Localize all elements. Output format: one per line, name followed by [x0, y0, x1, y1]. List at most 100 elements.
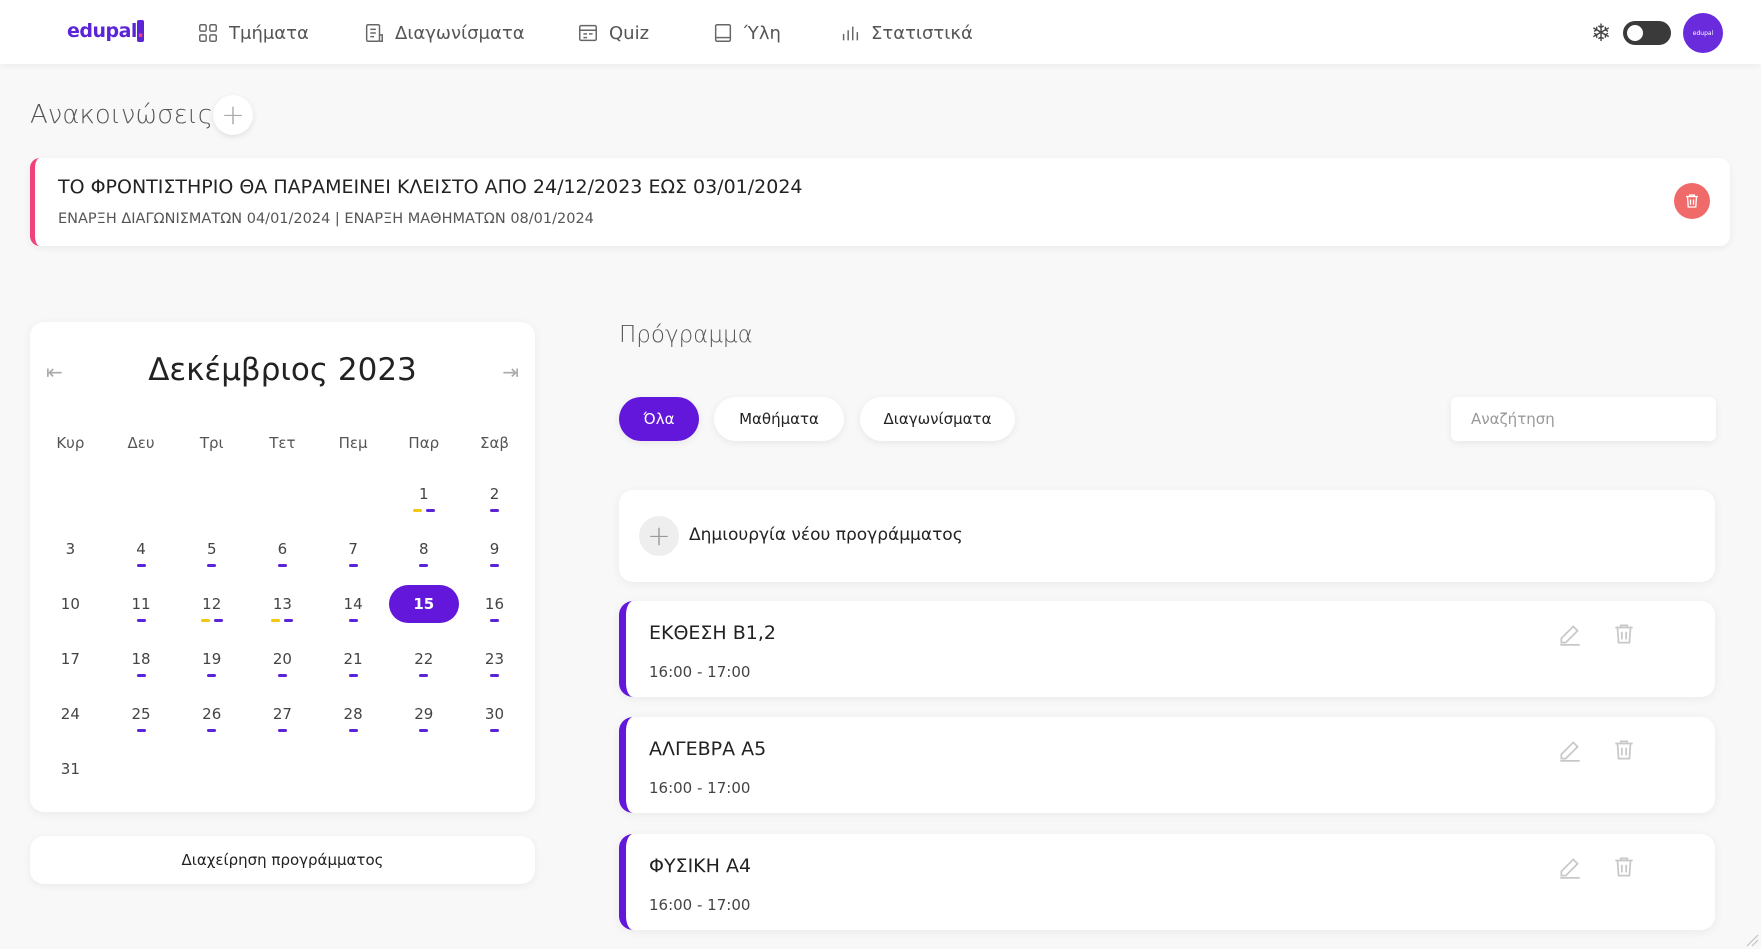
event-markers — [176, 564, 247, 567]
lesson-marker — [489, 729, 499, 732]
schedule-item-name: ΦΥΣΙΚΗ Α4 — [649, 855, 752, 877]
calendar-day[interactable]: 13 — [247, 585, 318, 640]
calendar-empty-cell — [106, 750, 177, 805]
calendar-empty-cell — [318, 475, 389, 530]
event-markers — [388, 509, 459, 512]
grid-icon — [199, 24, 217, 42]
calendar-day[interactable]: 16 — [459, 585, 530, 640]
calendar-day[interactable]: 9 — [459, 530, 530, 585]
lesson-marker — [284, 619, 294, 622]
schedule-item[interactable]: ΑΛΓΕΒΡΑ Α5 16:00 - 17:00 — [619, 717, 1715, 813]
nav-label: Quiz — [609, 22, 650, 44]
calendar-day[interactable]: 26 — [176, 695, 247, 750]
calendar-day[interactable]: 10 — [35, 585, 106, 640]
calendar-day[interactable]: 23 — [459, 640, 530, 695]
calendar-day[interactable]: 8 — [388, 530, 459, 585]
avatar[interactable]: edupal — [1683, 13, 1723, 53]
create-schedule-card[interactable]: + Δημιουργία νέου προγράμματος — [619, 490, 1715, 582]
add-schedule-button[interactable]: + — [639, 516, 679, 556]
edupal-logo[interactable]: edupal. — [67, 20, 144, 42]
filter-exams[interactable]: Διαγωνίσματα — [860, 397, 1015, 441]
trash-icon[interactable] — [1611, 854, 1637, 880]
calendar-empty-cell — [318, 750, 389, 805]
filter-lessons[interactable]: Μαθήματα — [714, 397, 844, 441]
calendar-day-number: 3 — [65, 540, 76, 558]
add-announcement-button[interactable]: + — [213, 95, 253, 135]
manage-schedule-button[interactable]: Διαχείρηση προγράμματος — [30, 836, 535, 884]
calendar-day[interactable]: 5 — [176, 530, 247, 585]
calendar-day-number: 16 — [484, 595, 505, 613]
lesson-marker — [207, 564, 217, 567]
lesson-marker — [348, 564, 358, 567]
calendar-day[interactable]: 20 — [247, 640, 318, 695]
calendar-day[interactable]: 17 — [35, 640, 106, 695]
calendar-day[interactable]: 30 — [459, 695, 530, 750]
schedule-item-time: 16:00 - 17:00 — [649, 779, 751, 797]
calendar-empty-cell — [176, 750, 247, 805]
document-icon — [365, 24, 383, 42]
lesson-marker — [213, 619, 223, 622]
lesson-marker — [425, 509, 435, 512]
edit-icon[interactable] — [1557, 737, 1583, 763]
edit-icon[interactable] — [1557, 854, 1583, 880]
lesson-marker — [489, 509, 499, 512]
calendar-day[interactable]: 25 — [106, 695, 177, 750]
calendar-day[interactable]: 7 — [318, 530, 389, 585]
calendar-day[interactable]: 31 — [35, 750, 106, 805]
calendar-week-row: 10 11 12 13 14 15 16 — [35, 585, 530, 640]
calendar-day[interactable]: 18 — [106, 640, 177, 695]
event-markers — [459, 674, 530, 677]
calendar-week-row: 12 — [35, 475, 530, 530]
lesson-marker — [489, 619, 499, 622]
event-markers — [388, 674, 459, 677]
calendar-empty-cell — [247, 475, 318, 530]
edit-icon[interactable] — [1557, 621, 1583, 647]
calendar-day[interactable]: 4 — [106, 530, 177, 585]
calendar-day-number: 23 — [484, 650, 505, 668]
theme-toggle[interactable] — [1623, 21, 1671, 45]
lesson-marker — [489, 564, 499, 567]
schedule-item[interactable]: ΕΚΘΕΣΗ Β1,2 16:00 - 17:00 — [619, 601, 1715, 697]
resize-handle-icon[interactable] — [1745, 933, 1759, 947]
calendar-day-number: 13 — [272, 595, 292, 613]
calendar-day[interactable]: 12 — [176, 585, 247, 640]
filter-all[interactable]: Όλα — [619, 397, 699, 441]
calendar-day[interactable]: 19 — [176, 640, 247, 695]
calendar-week-row: 31 — [35, 750, 530, 805]
calendar-day[interactable]: 14 — [318, 585, 389, 640]
calendar-day-number: 4 — [136, 540, 146, 558]
calendar-day[interactable]: 2 — [459, 475, 530, 530]
calendar-day[interactable]: 3 — [35, 530, 106, 585]
calendar-day[interactable]: 27 — [247, 695, 318, 750]
next-month-icon[interactable]: ⇥ — [502, 360, 519, 384]
lesson-marker — [489, 674, 499, 677]
trash-icon[interactable] — [1611, 737, 1637, 763]
delete-announcement-button[interactable] — [1674, 183, 1710, 219]
weekday-label: Σαβ — [479, 434, 509, 452]
nav-item-yli[interactable]: Ύλη — [712, 20, 781, 46]
trash-icon[interactable] — [1611, 621, 1637, 647]
weekday-label: Δευ — [127, 434, 155, 452]
calendar-day[interactable]: 28 — [318, 695, 389, 750]
calendar-day[interactable]: 1 — [388, 475, 459, 530]
lesson-marker — [419, 564, 429, 567]
weekday-label: Παρ — [408, 434, 440, 452]
calendar-day[interactable]: 6 — [247, 530, 318, 585]
nav-item-diagonismata[interactable]: Διαγωνίσματα — [363, 20, 525, 46]
nav-item-statistika[interactable]: Στατιστικά — [839, 20, 973, 46]
search-input[interactable] — [1451, 397, 1716, 441]
schedule-item[interactable]: ΦΥΣΙΚΗ Α4 16:00 - 17:00 — [619, 834, 1715, 930]
snowflake-icon[interactable]: ❄ — [1591, 21, 1611, 45]
nav-item-tmimata[interactable]: Τμήματα — [197, 20, 309, 46]
calendar-day[interactable]: 29 — [388, 695, 459, 750]
nav-label: Ύλη — [744, 22, 781, 44]
calendar-day[interactable]: 22 — [388, 640, 459, 695]
nav-item-quiz[interactable]: Quiz — [577, 20, 649, 46]
calendar-day[interactable]: 11 — [106, 585, 177, 640]
calendar-day-number: 9 — [489, 540, 500, 558]
calendar-day-selected[interactable]: 15 — [388, 585, 459, 640]
weekday-header: Κυρ Δευ Τρι Τετ Πεμ Παρ Σαβ — [35, 434, 530, 452]
calendar-day[interactable]: 24 — [35, 695, 106, 750]
lesson-marker — [136, 674, 146, 677]
calendar-day[interactable]: 21 — [318, 640, 389, 695]
